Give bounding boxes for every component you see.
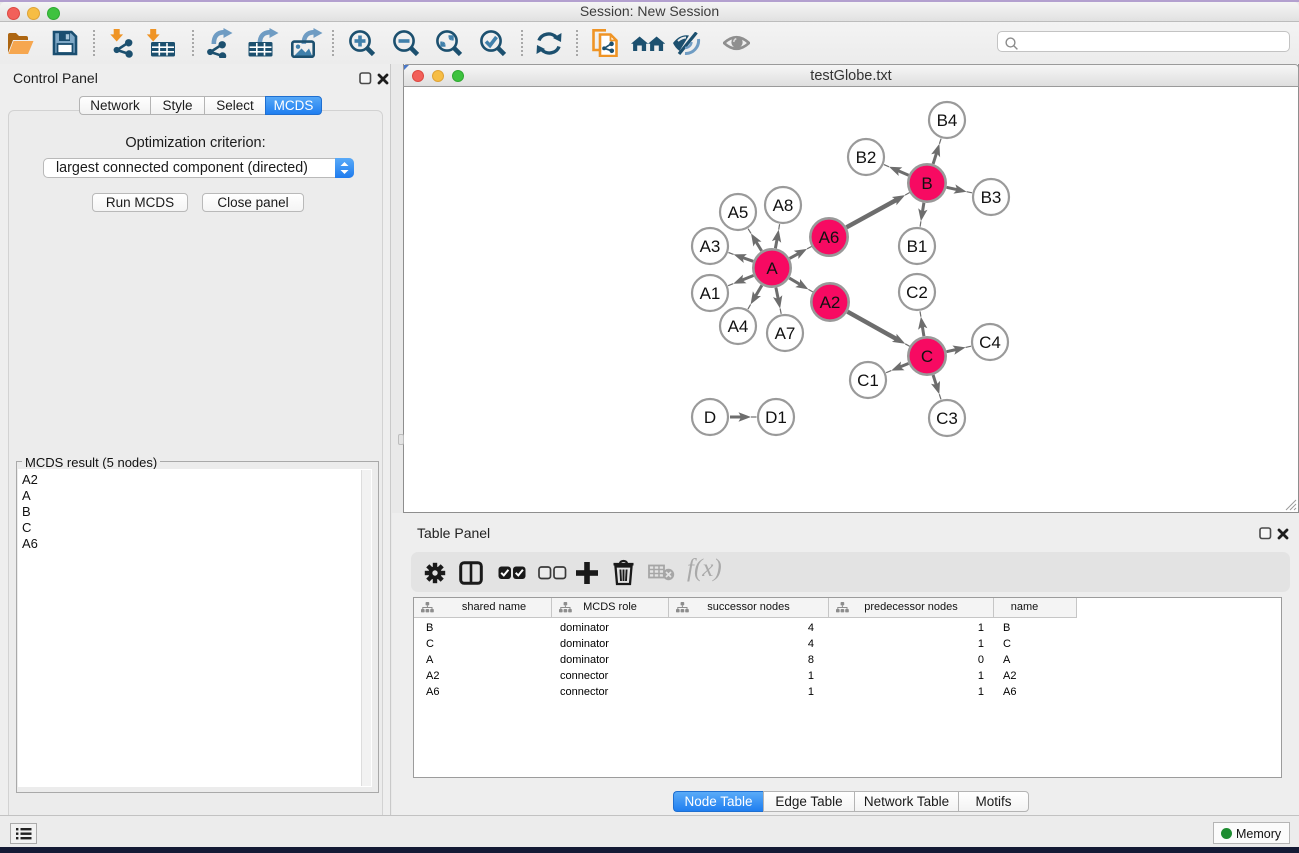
svg-text:A3: A3	[700, 237, 721, 256]
svg-text:A2: A2	[820, 293, 841, 312]
svg-text:B3: B3	[981, 188, 1002, 207]
svg-text:A4: A4	[728, 317, 749, 336]
svg-text:A5: A5	[728, 203, 749, 222]
svg-text:B1: B1	[907, 237, 928, 256]
svg-text:C2: C2	[906, 283, 928, 302]
svg-text:D1: D1	[765, 408, 787, 427]
svg-text:D: D	[704, 408, 716, 427]
svg-text:B: B	[921, 174, 932, 193]
svg-text:C3: C3	[936, 409, 958, 428]
svg-text:C1: C1	[857, 371, 879, 390]
svg-text:B4: B4	[937, 111, 958, 130]
svg-text:A1: A1	[700, 284, 721, 303]
svg-text:A7: A7	[775, 324, 796, 343]
svg-text:B2: B2	[856, 148, 877, 167]
svg-text:C4: C4	[979, 333, 1001, 352]
svg-text:C: C	[921, 347, 933, 366]
svg-text:A8: A8	[773, 196, 794, 215]
svg-text:A: A	[766, 259, 778, 278]
svg-text:A6: A6	[819, 228, 840, 247]
